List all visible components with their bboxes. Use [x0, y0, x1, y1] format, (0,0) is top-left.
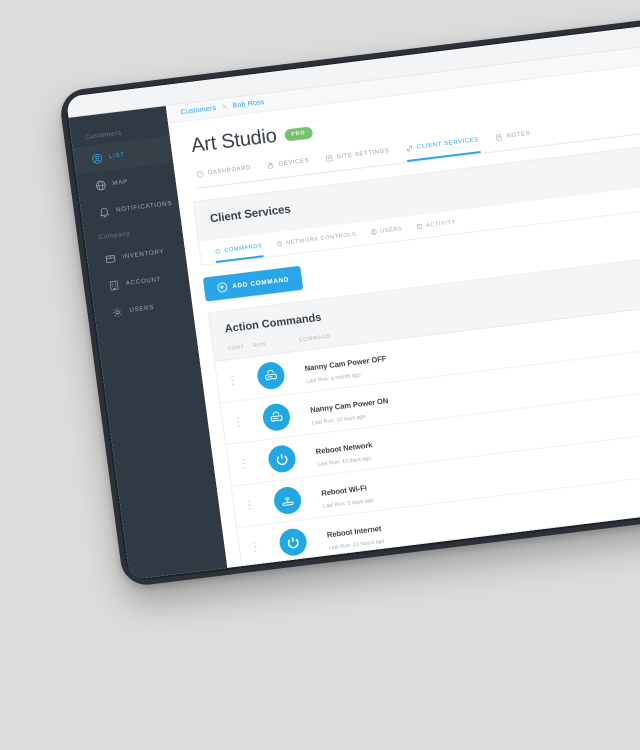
tab-client-services[interactable]: CLIENT SERVICES	[404, 136, 481, 162]
page-title: Art Studio	[189, 124, 278, 158]
tab-notes-label: NOTES	[506, 130, 531, 140]
tab-client-services-label: CLIENT SERVICES	[416, 137, 480, 151]
run-command-button[interactable]	[255, 358, 305, 391]
command-name: Reboot Network	[315, 440, 373, 457]
box-icon	[103, 251, 118, 265]
drag-handle-icon[interactable]	[236, 414, 264, 427]
list-icon	[416, 223, 423, 230]
power-icon	[215, 248, 221, 254]
breadcrumb-root[interactable]: Customers	[180, 105, 216, 116]
bell-icon	[96, 205, 111, 219]
plus-circle-icon	[216, 281, 228, 293]
sidebar-item-users-label: USERS	[129, 303, 155, 314]
subtab-network-controls-label: NETWORK CONTROLS	[285, 231, 357, 246]
drag-handle-icon[interactable]	[231, 372, 258, 386]
camera-device-icon	[261, 402, 292, 433]
sidebar-item-notifications-label: NOTIFICATIONS	[115, 199, 173, 214]
add-command-button[interactable]: ADD COMMAND	[202, 265, 304, 302]
gauge-icon	[196, 171, 204, 178]
building-icon	[106, 278, 121, 292]
sidebar-item-list-label: LIST	[108, 151, 126, 161]
breadcrumb-separator: >	[221, 103, 228, 112]
link-icon	[406, 145, 412, 152]
run-command-button[interactable]	[261, 400, 310, 433]
tab-site-settings[interactable]: SITE SETTINGS	[325, 147, 392, 172]
tablet-device: OvrC Status: Operational Customers	[58, 0, 640, 588]
client-services-title: Client Services	[209, 203, 292, 226]
subtab-activity[interactable]: ACTIVITY	[416, 219, 458, 239]
sliders-icon	[325, 155, 333, 162]
drag-handle-icon[interactable]	[253, 539, 280, 552]
wifi-router-icon	[272, 485, 303, 516]
camera-device-icon	[255, 360, 287, 391]
subtab-users-label: USERS	[379, 225, 403, 235]
pro-badge: PRO	[283, 125, 313, 142]
tab-devices-label: DEVICES	[278, 157, 310, 168]
breadcrumb-current[interactable]: Bob Ross	[232, 99, 265, 110]
tab-dashboard[interactable]: DASHBOARD	[196, 164, 253, 188]
lock-icon	[277, 241, 282, 247]
user-icon	[370, 229, 377, 235]
tab-notes[interactable]: NOTES	[494, 130, 532, 151]
subtab-users[interactable]: USERS	[370, 225, 404, 244]
tablet-screen: OvrC Status: Operational Customers	[65, 5, 640, 580]
note-icon	[496, 134, 502, 141]
action-commands-title: Action Commands	[224, 311, 323, 335]
drag-handle-icon[interactable]	[247, 497, 275, 511]
tab-devices[interactable]: DEVICES	[267, 157, 311, 179]
run-command-button[interactable]	[272, 483, 321, 516]
subtab-commands-label: COMMANDS	[224, 242, 263, 254]
main-content: Customers > Bob Ross Art Studio PRO DASH…	[165, 26, 640, 568]
globe-icon	[93, 178, 108, 192]
add-command-label: ADD COMMAND	[231, 275, 290, 290]
tab-dashboard-label: DASHBOARD	[207, 165, 252, 177]
power-icon	[277, 527, 309, 558]
app-body: Customers LIST MAP NOTIFICATIONS Company…	[68, 26, 640, 580]
power-icon	[266, 443, 298, 474]
subtab-commands[interactable]: COMMANDS	[214, 242, 264, 264]
lock-icon	[268, 162, 274, 169]
sidebar-item-inventory-label: INVENTORY	[121, 248, 165, 261]
tab-site-settings-label: SITE SETTINGS	[336, 148, 390, 161]
drag-handle-icon[interactable]	[242, 456, 269, 469]
scene: OvrC Status: Operational Customers	[0, 0, 640, 750]
sidebar-item-account-label: ACCOUNT	[125, 275, 162, 288]
user-circle-icon	[89, 151, 104, 165]
sidebar-item-map-label: MAP	[112, 178, 129, 187]
subtab-network-controls[interactable]: NETWORK CONTROLS	[276, 231, 358, 256]
command-name: Reboot Wi-Fi	[320, 483, 368, 499]
run-command-button[interactable]	[266, 442, 316, 474]
run-command-button[interactable]	[277, 525, 327, 558]
command-name: Reboot Internet	[326, 524, 382, 540]
command-name: DirecTV Dish Heater ON	[332, 562, 417, 565]
subtab-activity-label: ACTIVITY	[425, 219, 457, 229]
client-services-panel: Client Services Support Profile 1 2 supp…	[192, 124, 640, 567]
gear-icon	[110, 305, 125, 319]
